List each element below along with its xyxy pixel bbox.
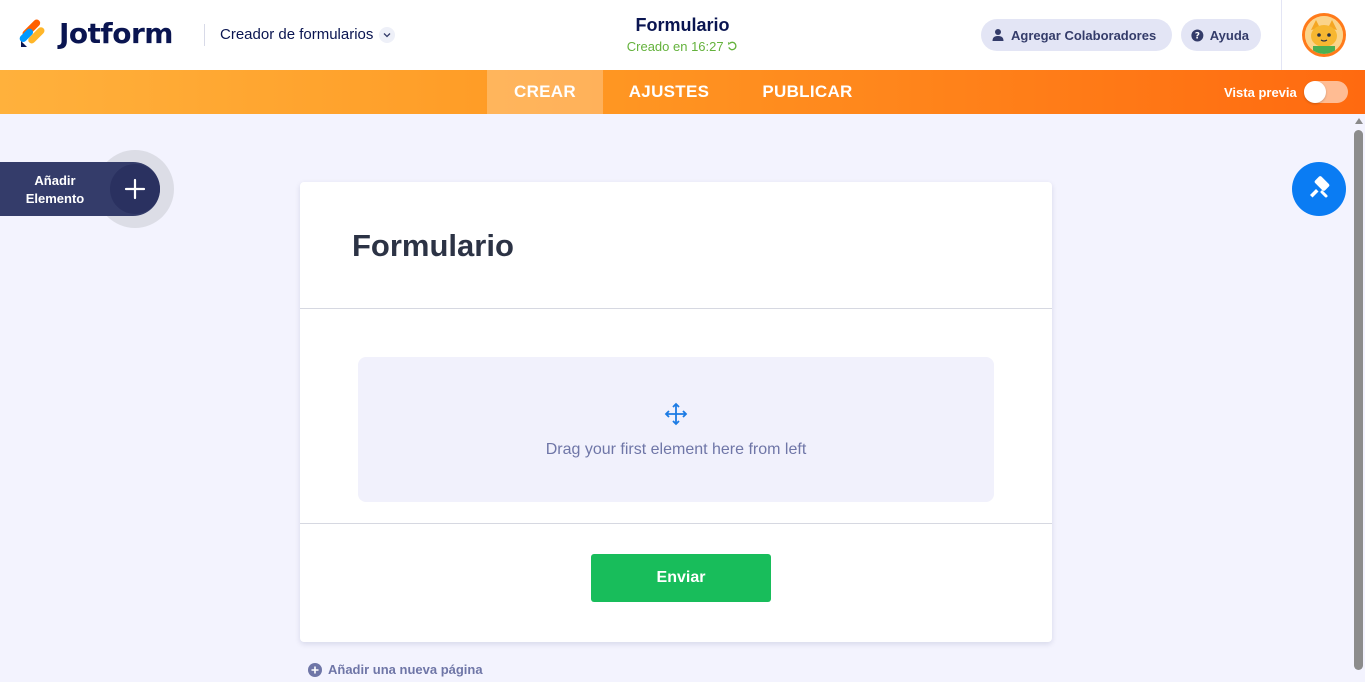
top-header: Jotform Creador de formularios Formulari… — [0, 0, 1365, 70]
user-icon — [992, 29, 1004, 41]
avatar[interactable] — [1302, 13, 1346, 57]
dropzone-text: Drag your first element here from left — [545, 441, 807, 458]
scroll-up-arrow[interactable] — [1355, 118, 1363, 124]
submit-button[interactable]: Enviar — [591, 554, 771, 602]
scroll-thumb[interactable] — [1354, 130, 1363, 670]
add-circle-icon — [308, 662, 322, 677]
paint-roller-icon — [1310, 176, 1330, 198]
preview-toggle-knob — [1304, 81, 1326, 103]
add-element-button[interactable]: Añadir Elemento — [0, 162, 160, 216]
svg-text:?: ? — [1195, 31, 1200, 41]
element-dropzone[interactable]: Drag your first element here from left — [358, 357, 994, 502]
form-card: Formulario Drag your first element here … — [300, 182, 1052, 642]
add-new-page-link[interactable]: Añadir una nueva página — [308, 662, 483, 677]
help-label: Ayuda — [1209, 27, 1249, 43]
preview-label: Vista previa — [1224, 85, 1297, 100]
add-element-label: Añadir Elemento — [14, 172, 96, 208]
plus-icon — [110, 164, 160, 214]
help-button[interactable]: ? Ayuda — [1181, 19, 1261, 51]
tab-publicar[interactable]: PUBLICAR — [750, 70, 865, 114]
header-divider-right — [1281, 0, 1282, 70]
avatar-image — [1305, 16, 1343, 54]
form-designer-button[interactable] — [1292, 162, 1346, 216]
tab-ajustes[interactable]: AJUSTES — [617, 70, 721, 114]
form-heading[interactable]: Formulario — [352, 228, 514, 264]
preview-toggle[interactable] — [1304, 81, 1348, 103]
page-scrollbar[interactable] — [1352, 114, 1365, 682]
created-status-text: Creado en 16:27 — [626, 39, 724, 54]
help-icon: ? — [1191, 29, 1204, 41]
move-icon — [664, 402, 688, 426]
builder-navbar: CREAR AJUSTES PUBLICAR Vista previa — [0, 70, 1365, 114]
refresh-icon — [728, 41, 737, 51]
add-collaborators-button[interactable]: Agregar Colaboradores — [981, 19, 1172, 51]
add-collaborators-label: Agregar Colaboradores — [1011, 27, 1157, 43]
add-element-label-line1: Añadir — [34, 173, 76, 188]
form-divider-top — [300, 308, 1052, 309]
add-new-page-label: Añadir una nueva página — [328, 662, 483, 677]
add-element-label-line2: Elemento — [25, 191, 85, 206]
tab-crear[interactable]: CREAR — [487, 70, 603, 114]
form-divider-bottom — [300, 523, 1052, 524]
